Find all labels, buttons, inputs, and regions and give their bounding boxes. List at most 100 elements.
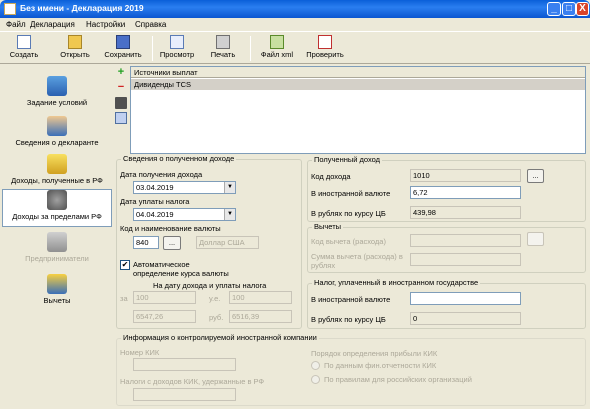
date-tax-label: Дата уплаты налога: [120, 197, 190, 206]
deduction-sum-field: [410, 253, 521, 266]
deduction-code-field: [410, 234, 521, 247]
nav-label: Сведения о декларанте: [15, 138, 99, 147]
tax-foreign-input[interactable]: [410, 292, 521, 305]
create-label: Создать: [9, 50, 39, 59]
chevron-down-icon[interactable]: ▼: [224, 182, 235, 193]
copy-source-icon[interactable]: [115, 112, 127, 124]
income-code-button[interactable]: ...: [527, 169, 544, 183]
deductions-icon: [47, 274, 67, 294]
coins-icon: [47, 154, 67, 174]
date-received-label: Дата получения дохода: [120, 170, 203, 179]
rub-cb-field: 439,98: [410, 206, 521, 219]
preview-button[interactable]: Просмотр: [157, 35, 197, 63]
rub-label: руб.: [209, 313, 224, 322]
tax-rub-label: В рублях по курсу ЦБ: [311, 315, 386, 324]
currency-label: Код и наименование валюты: [120, 224, 221, 233]
deduction-sum-label: Сумма вычета (расхода) в рублях: [311, 252, 403, 270]
close-button[interactable]: X: [576, 2, 589, 16]
app-icon: [4, 3, 16, 15]
nav-label: Задание условий: [26, 98, 88, 107]
edit-source-icon[interactable]: [115, 97, 127, 109]
printer-icon: [216, 35, 230, 49]
sources-grid: Источники выплат Дивиденды TCS: [130, 66, 586, 154]
create-button[interactable]: Создать: [6, 35, 42, 63]
income-code-field: 1010: [410, 169, 521, 182]
deductions-title: Вычеты: [312, 222, 344, 231]
date-tax-input[interactable]: 04.04.2019 ▼: [133, 208, 236, 221]
person-icon: [47, 116, 67, 136]
menu-declaration[interactable]: Декларация: [30, 20, 75, 29]
tree-structure-icon: [47, 76, 67, 96]
remove-source-icon[interactable]: −: [115, 82, 127, 94]
for-value1-field: 100: [133, 291, 196, 304]
menu-settings[interactable]: Настройки: [86, 20, 125, 29]
deduction-code-label: Код вычета (расхода): [311, 237, 386, 246]
xml-file-icon: [270, 35, 284, 49]
floppy-disk-icon: [116, 35, 130, 49]
kik-option1-radio[interactable]: [311, 361, 320, 370]
window-title: Без имени - Декларация 2019: [20, 3, 144, 13]
new-document-icon: [17, 35, 31, 49]
received-income-title: Полученный доход: [312, 155, 383, 164]
nav-label: Доходы за пределами РФ: [12, 212, 102, 221]
kik-option2-radio[interactable]: [311, 375, 320, 384]
save-button[interactable]: Сохранить: [100, 35, 146, 63]
maximize-button[interactable]: □: [562, 2, 576, 16]
tax-rub-field: 0: [410, 312, 521, 325]
currency-select-button[interactable]: ...: [163, 236, 181, 250]
rub-cb-label: В рублях по курсу ЦБ: [311, 209, 386, 218]
folder-open-icon: [68, 35, 82, 49]
source-tools: + −: [114, 66, 128, 156]
rate-dates-label: На дату дохода и уплаты налога: [153, 281, 267, 290]
foreign-tax-title: Налог, уплаченный в иностранном государс…: [312, 278, 481, 287]
checkmark-document-icon: [318, 35, 332, 49]
preview-icon: [170, 35, 184, 49]
preview-label: Просмотр: [159, 50, 195, 59]
toolbar-separator: [152, 36, 153, 61]
currency-code-input[interactable]: 840: [133, 236, 159, 249]
title-bar: Без имени - Декларация 2019 _ □ X: [0, 0, 590, 18]
add-source-icon[interactable]: +: [115, 67, 127, 79]
source-row[interactable]: Дивиденды TCS: [131, 79, 585, 90]
kik-tax-label: Налоги с доходов КИК, удержанные в РФ: [120, 377, 265, 386]
rate2-field: 6516,39: [229, 310, 292, 323]
check-button[interactable]: Проверить: [302, 35, 348, 63]
save-label: Сохранить: [104, 50, 142, 59]
nav-item-income-abroad[interactable]: Доходы за пределами РФ: [2, 189, 112, 227]
for-label: за: [120, 294, 128, 303]
left-navigation: Задание условий Сведения о декларанте До…: [2, 66, 112, 409]
kik-option1-label: По данным фин.отчетности КИК: [324, 361, 437, 370]
nav-item-income-rf[interactable]: Доходы, полученные в РФ: [2, 154, 112, 192]
foreign-currency-input[interactable]: 6,72: [410, 186, 521, 199]
print-button[interactable]: Печать: [206, 35, 240, 63]
open-label: Открыть: [60, 50, 90, 59]
print-label: Печать: [210, 50, 236, 59]
check-label: Проверить: [306, 50, 344, 59]
kik-number-label: Номер КИК: [120, 348, 160, 357]
kik-option2-label: По правилам для российских организаций: [324, 375, 472, 384]
auto-rate-checkbox[interactable]: ✔: [120, 260, 130, 270]
units-label: у.е.: [209, 294, 221, 303]
minimize-button[interactable]: _: [547, 2, 561, 16]
date-received-input[interactable]: 03.04.2019 ▼: [133, 181, 236, 194]
file-xml-label: Файл xml: [260, 50, 294, 59]
for-value2-field: 100: [229, 291, 292, 304]
file-xml-button[interactable]: Файл xml: [256, 35, 298, 63]
open-button[interactable]: Открыть: [56, 35, 94, 63]
nav-item-conditions[interactable]: Задание условий: [2, 76, 112, 114]
nav-item-deductions[interactable]: Вычеты: [2, 274, 112, 312]
tax-foreign-label: В иностранной валюте: [311, 295, 391, 304]
nav-item-declarant[interactable]: Сведения о декларанте: [2, 116, 112, 154]
factory-icon: [47, 232, 67, 252]
sources-header: Источники выплат: [131, 67, 585, 78]
menu-file[interactable]: Файл: [6, 20, 26, 29]
toolbar: Создать Открыть Сохранить Просмотр Печат…: [0, 33, 590, 64]
chevron-down-icon[interactable]: ▼: [224, 209, 235, 220]
deduction-code-button[interactable]: [527, 232, 544, 246]
nav-label: Доходы, полученные в РФ: [11, 176, 103, 185]
menu-help[interactable]: Справка: [135, 20, 166, 29]
foreign-currency-label: В иностранной валюте: [311, 189, 391, 198]
nav-item-entrepreneurs[interactable]: Предприниматели: [2, 232, 112, 270]
rate1-field: 6547,26: [133, 310, 196, 323]
date-tax-value: 04.04.2019: [136, 210, 174, 219]
